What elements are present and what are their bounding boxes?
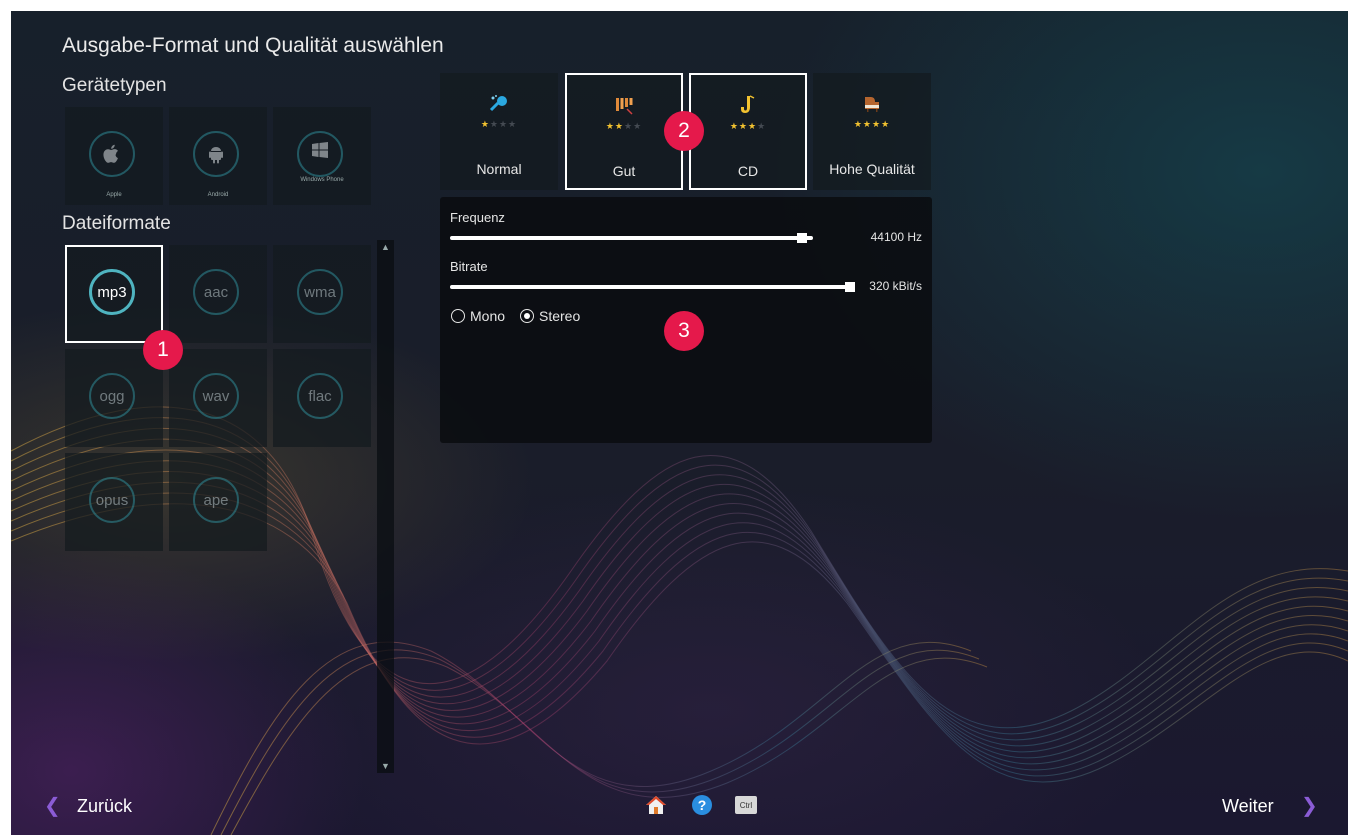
help-icon[interactable]: ? <box>691 794 713 816</box>
quality-cd-stars: ★★★★ <box>729 121 767 131</box>
frequency-label: Frequenz <box>450 210 505 225</box>
saxophone-icon <box>691 95 805 119</box>
scroll-up-icon[interactable]: ▲ <box>377 240 394 254</box>
format-ape-label: ape <box>193 477 239 523</box>
stereo-label[interactable]: Stereo <box>539 308 580 324</box>
format-aac-tile[interactable]: aac <box>169 245 267 343</box>
frequency-slider[interactable] <box>450 236 813 240</box>
format-wma-label: wma <box>297 269 343 315</box>
page-title: Ausgabe-Format und Qualität auswählen <box>62 34 444 57</box>
device-android-label: Android <box>207 192 229 198</box>
quality-normal-label: Normal <box>476 161 522 177</box>
format-mp3-tile[interactable]: mp3 <box>65 245 163 343</box>
quality-hohe-tile[interactable]: ★★★★ Hohe Qualität <box>813 73 931 190</box>
format-ogg-label: ogg <box>89 373 135 419</box>
quality-cd-label: CD <box>737 163 759 179</box>
quality-normal-stars: ★★★★ <box>480 119 518 129</box>
format-wma-tile[interactable]: wma <box>273 245 371 343</box>
mono-radio[interactable] <box>451 309 465 323</box>
quality-hohe-stars: ★★★★ <box>853 119 891 129</box>
device-windows-tile[interactable]: Windows Phone <box>273 107 371 205</box>
file-formats-label: Dateiformate <box>62 213 171 234</box>
quality-gut-label: Gut <box>612 163 636 179</box>
bitrate-slider[interactable] <box>450 285 850 289</box>
quality-normal-tile[interactable]: ★★★★ Normal <box>440 73 558 190</box>
stereo-radio[interactable] <box>520 309 534 323</box>
windows-icon <box>297 131 343 177</box>
apple-icon <box>89 131 135 177</box>
bitrate-label: Bitrate <box>450 259 488 274</box>
format-flac-label: flac <box>297 373 343 419</box>
device-apple-label: Apple <box>106 192 122 198</box>
format-aac-label: aac <box>193 269 239 315</box>
next-chevron-icon[interactable]: ❯ <box>1301 793 1318 818</box>
frequency-slider-thumb[interactable] <box>797 233 808 243</box>
callout-badge-1: 1 <box>143 330 183 370</box>
bitrate-value: 320 kBit/s <box>869 279 922 293</box>
back-chevron-icon[interactable]: ❮ <box>44 793 61 818</box>
home-icon[interactable] <box>645 794 667 816</box>
scroll-down-icon[interactable]: ▼ <box>377 759 394 773</box>
formats-scrollbar[interactable]: ▲ ▼ <box>377 240 394 773</box>
format-flac-tile[interactable]: flac <box>273 349 371 447</box>
format-ape-tile[interactable]: ape <box>169 453 267 551</box>
xylophone-icon <box>567 95 681 119</box>
back-button[interactable]: Zurück <box>77 796 132 817</box>
device-android-tile[interactable]: Android <box>169 107 267 205</box>
frequency-value: 44100 Hz <box>870 230 922 244</box>
format-opus-tile[interactable]: opus <box>65 453 163 551</box>
device-types-label: Gerätetypen <box>62 75 167 96</box>
device-windows-label: Windows Phone <box>300 177 344 183</box>
mono-label[interactable]: Mono <box>470 308 505 324</box>
format-wav-tile[interactable]: wav <box>169 349 267 447</box>
android-icon <box>193 131 239 177</box>
help-icon-label: ? <box>698 797 707 813</box>
next-button[interactable]: Weiter <box>1222 796 1274 817</box>
app-window: Ausgabe-Format und Qualität auswählen Ge… <box>11 11 1348 835</box>
format-wav-label: wav <box>193 373 239 419</box>
microphone-icon <box>440 93 558 117</box>
callout-badge-2: 2 <box>664 111 704 151</box>
quality-cd-tile[interactable]: ★★★★ CD <box>689 73 807 190</box>
bitrate-slider-thumb[interactable] <box>845 282 855 292</box>
device-apple-tile[interactable]: Apple <box>65 107 163 205</box>
piano-icon <box>813 93 931 117</box>
ctrl-key-label: Ctrl <box>735 796 757 814</box>
format-mp3-label: mp3 <box>89 269 135 315</box>
callout-badge-3: 3 <box>664 311 704 351</box>
quality-hohe-label: Hohe Qualität <box>829 161 915 177</box>
format-opus-label: opus <box>89 477 135 523</box>
ctrl-key-icon[interactable]: Ctrl <box>735 794 757 816</box>
